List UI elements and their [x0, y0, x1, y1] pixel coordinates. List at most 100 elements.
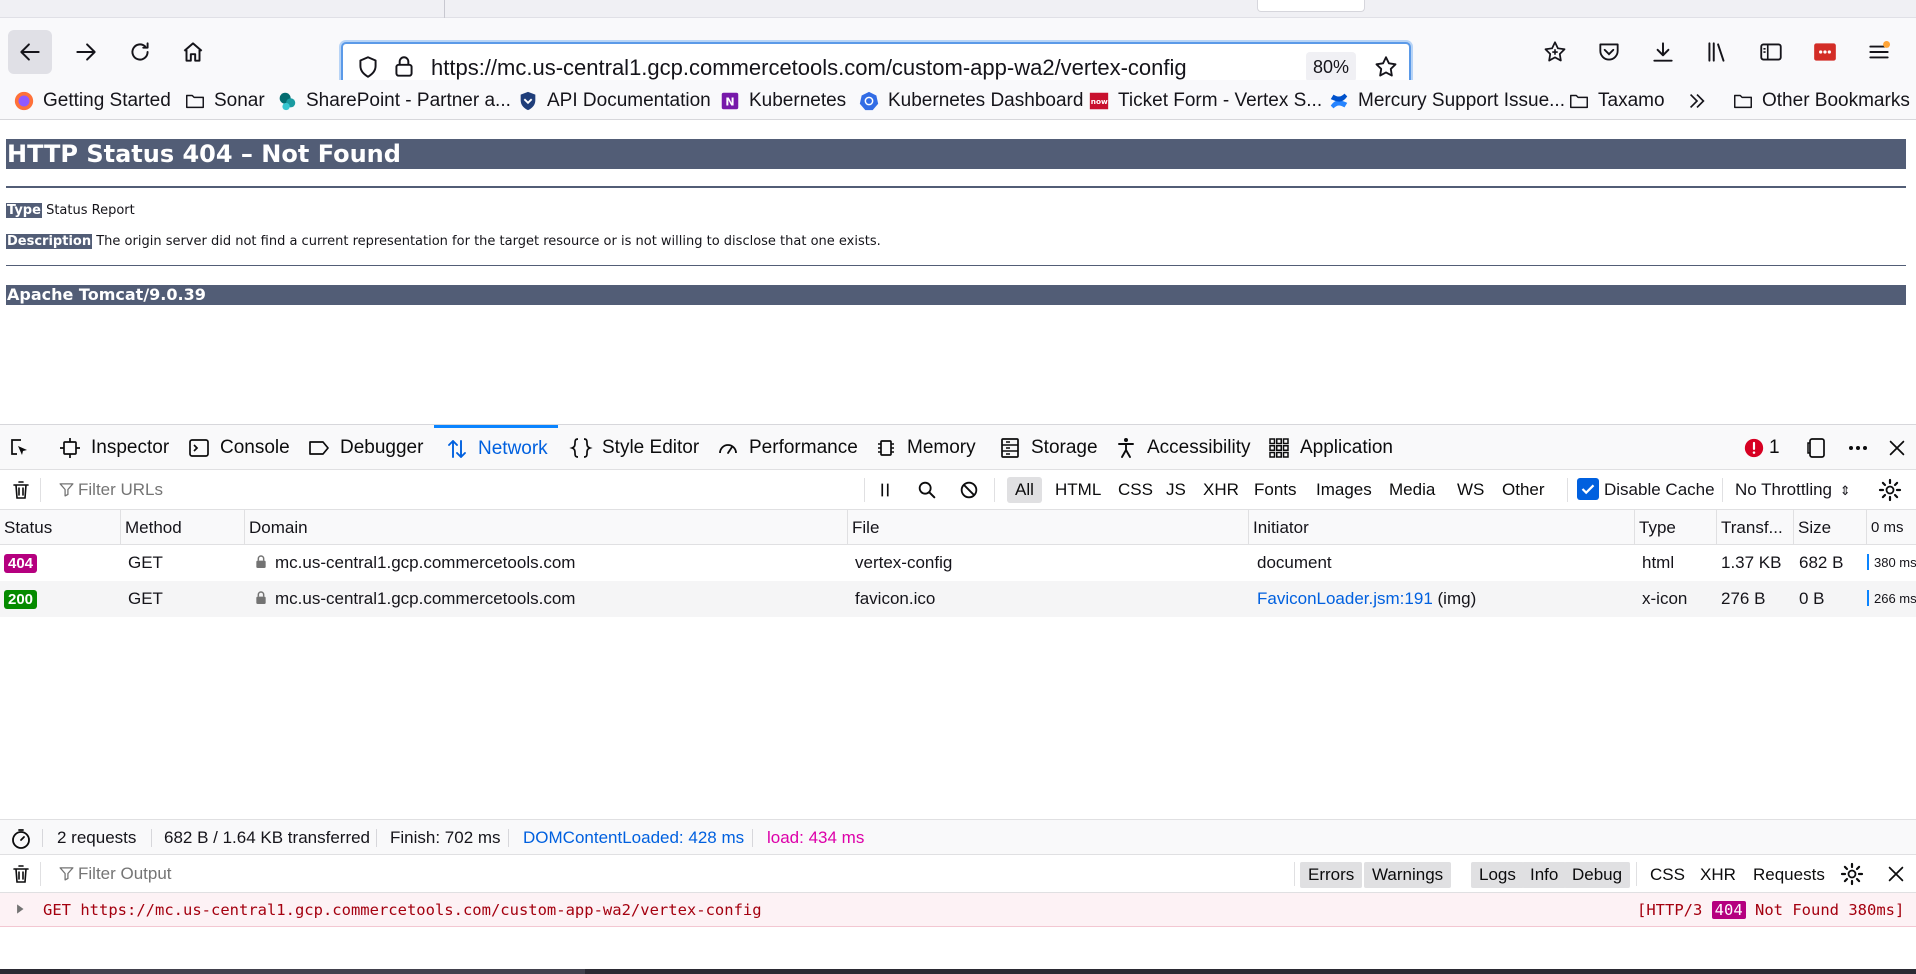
filter-output-input[interactable] [78, 860, 778, 888]
console-message-status[interactable]: [HTTP/3 404 Not Found 380ms] [1637, 893, 1904, 927]
bookmarks-overflow-button[interactable] [1685, 88, 1716, 114]
column-domain[interactable]: Domain [245, 510, 848, 545]
page-content: HTTP Status 404 – Not Found Type Status … [0, 121, 1916, 424]
bookmark-kubernetes-dashboard[interactable]: Kubernetes Dashboard [857, 88, 1083, 114]
filter-type-fonts[interactable]: Fonts [1246, 477, 1305, 503]
element-picker-button[interactable] [6, 425, 40, 470]
trash-icon[interactable] [9, 862, 33, 886]
gear-icon[interactable] [1840, 862, 1864, 886]
home-button[interactable] [171, 30, 215, 74]
url-text[interactable]: https://mc.us-central1.gcp.commercetools… [431, 55, 1187, 81]
filter-type-js[interactable]: JS [1158, 477, 1194, 503]
column-method[interactable]: Method [121, 510, 245, 545]
column-type[interactable]: Type [1635, 510, 1717, 545]
column-initiator[interactable]: Initiator [1249, 510, 1635, 545]
filter-type-css[interactable]: CSS [1110, 477, 1161, 503]
firefox-icon [12, 89, 36, 113]
column-file[interactable]: File [848, 510, 1249, 545]
bookmark-label: Ticket Form - Vertex S... [1118, 90, 1323, 111]
throttling-select[interactable]: No Throttling ⇕ [1735, 476, 1851, 504]
bookmark-getting-started[interactable]: Getting Started [12, 88, 171, 114]
pocket-star-button[interactable] [1533, 30, 1577, 74]
zoom-level-button[interactable]: 80% [1306, 52, 1356, 82]
column-waterfall[interactable]: 0 ms [1867, 510, 1916, 545]
bookmark-ticket-form[interactable]: now Ticket Form - Vertex S... [1087, 88, 1322, 114]
initiator-link[interactable]: FaviconLoader.jsm:191 [1257, 589, 1433, 608]
tab-label: Accessibility [1147, 436, 1251, 458]
bookmark-kubernetes[interactable]: N Kubernetes [718, 88, 846, 114]
filter-type-other[interactable]: Other [1494, 477, 1553, 503]
tab-storage[interactable]: Storage [997, 425, 1098, 470]
tab-label: Memory [907, 436, 976, 458]
network-arrows-icon [444, 436, 470, 462]
divider [752, 829, 753, 847]
extension-button[interactable] [1803, 30, 1847, 74]
bookmark-taxamo[interactable]: Taxamo [1567, 88, 1665, 114]
close-devtools-button[interactable] [1884, 425, 1916, 470]
bookmark-sharepoint[interactable]: SharePoint - Partner a... [275, 88, 511, 114]
app-menu-button[interactable] [1857, 30, 1901, 74]
filter-urls-input[interactable] [78, 476, 838, 504]
console-filter-css[interactable]: CSS [1642, 862, 1693, 888]
filter-type-ws[interactable]: WS [1449, 477, 1492, 503]
disable-cache-checkbox[interactable] [1577, 478, 1599, 500]
filter-type-html[interactable]: HTML [1047, 477, 1109, 503]
forward-button[interactable] [64, 30, 108, 74]
table-row[interactable]: 200 GET mc.us-central1.gcp.commercetools… [0, 581, 1916, 617]
console-message-row[interactable]: GET https://mc.us-central1.gcp.commercet… [0, 893, 1916, 927]
tab-network[interactable]: Network [434, 425, 558, 470]
tab-inspector[interactable]: Inspector [57, 425, 169, 470]
tab-memory[interactable]: Memory [873, 425, 976, 470]
tab-accessibility[interactable]: Accessibility [1113, 425, 1250, 470]
gear-icon[interactable] [1878, 478, 1902, 502]
star-icon[interactable] [1373, 54, 1399, 80]
tab-application[interactable]: Application [1266, 425, 1393, 470]
tab-debugger[interactable]: Debugger [306, 425, 423, 470]
back-button[interactable] [8, 30, 52, 74]
tab-fragment[interactable] [1257, 0, 1365, 12]
column-status[interactable]: Status [0, 510, 121, 545]
console-filter-logs[interactable]: Logs [1471, 862, 1524, 888]
filter-type-media[interactable]: Media [1381, 477, 1443, 503]
pocket-button[interactable] [1587, 30, 1631, 74]
trash-icon[interactable] [9, 478, 33, 502]
column-size[interactable]: Size [1794, 510, 1867, 545]
table-row[interactable]: 404 GET mc.us-central1.gcp.commercetools… [0, 545, 1916, 581]
tab-style-editor[interactable]: Style Editor [568, 425, 699, 470]
console-filter-debug[interactable]: Debug [1564, 862, 1631, 888]
library-button[interactable] [1695, 30, 1739, 74]
error-count-button[interactable]: 1 [1744, 425, 1780, 470]
sidebar-button[interactable] [1749, 30, 1793, 74]
block-icon[interactable] [958, 479, 980, 501]
confluence-icon [1327, 89, 1351, 113]
downloads-button[interactable] [1641, 30, 1685, 74]
filter-type-images[interactable]: Images [1308, 477, 1380, 503]
console-filter-errors[interactable]: Errors [1300, 862, 1363, 888]
tab-console[interactable]: Console [186, 425, 290, 470]
message-url[interactable]: https://mc.us-central1.gcp.commercetools… [80, 901, 761, 919]
tab-performance[interactable]: Performance [715, 425, 858, 470]
console-filter-info[interactable]: Info [1522, 862, 1567, 888]
lock-icon[interactable] [391, 54, 417, 80]
console-filter-xhr[interactable]: XHR [1692, 862, 1744, 888]
console-filter-warnings[interactable]: Warnings [1364, 862, 1452, 888]
search-icon[interactable] [916, 479, 938, 501]
filter-type-all[interactable]: All [1007, 477, 1042, 503]
bookmark-mercury-support[interactable]: Mercury Support Issue... [1327, 88, 1565, 114]
disable-cache-label[interactable]: Disable Cache [1604, 477, 1715, 503]
tab-label: Console [220, 436, 290, 458]
dock-options-button[interactable] [1804, 425, 1838, 470]
bookmark-sonar[interactable]: Sonar [183, 88, 265, 114]
bookmark-other-bookmarks[interactable]: Other Bookmarks [1731, 88, 1910, 114]
stopwatch-icon[interactable] [9, 827, 33, 851]
pause-icon[interactable] [874, 479, 896, 501]
bookmark-api-documentation[interactable]: API Documentation [516, 88, 711, 114]
column-transferred[interactable]: Transf... [1717, 510, 1794, 545]
close-icon[interactable] [1885, 863, 1907, 885]
expand-triangle-icon[interactable] [13, 902, 27, 916]
tracking-protection-shield-icon[interactable] [355, 54, 381, 80]
console-filter-requests[interactable]: Requests [1745, 862, 1833, 888]
more-options-button[interactable] [1845, 425, 1879, 470]
filter-type-xhr[interactable]: XHR [1195, 477, 1247, 503]
reload-button[interactable] [118, 30, 162, 74]
